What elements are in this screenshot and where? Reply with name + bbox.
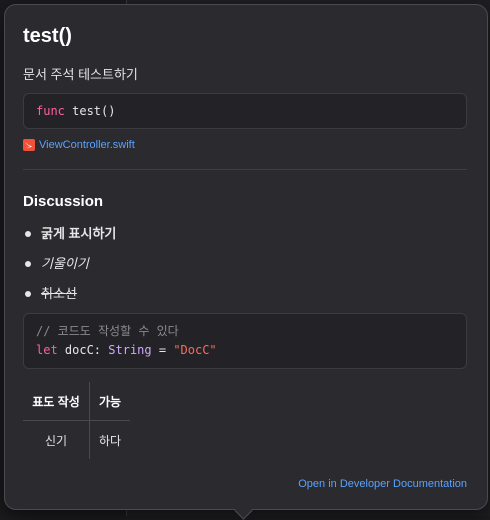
symbol-title: test() xyxy=(23,25,72,47)
table-cell: 신기 xyxy=(23,420,90,459)
code-identifier: docC: xyxy=(57,343,109,357)
code-operator: = xyxy=(151,343,174,357)
code-comment: // 코드도 작성할 수 있다 xyxy=(36,324,179,338)
code-keyword: let xyxy=(36,343,58,357)
code-type: String xyxy=(108,343,152,357)
discussion-heading: Discussion xyxy=(23,193,104,210)
code-comment-line: // 코드도 작성할 수 있다 xyxy=(36,322,179,340)
declaration-signature: test() xyxy=(64,104,116,118)
quick-help-popover: test() 문서 주석 테스트하기 func test() ViewContr… xyxy=(4,4,488,510)
section-divider xyxy=(23,169,467,170)
code-statement-line: let docC: String = "DocC" xyxy=(36,341,217,359)
table-row: 신기 하다 xyxy=(23,420,130,459)
list-item-strike-text: 취소선 xyxy=(41,286,77,301)
list-item-bold-text: 굵게 표시하기 xyxy=(41,226,117,241)
bullet-dot xyxy=(25,231,31,237)
table-cell: 하다 xyxy=(98,433,122,448)
list-item: 굵게 표시하기 xyxy=(23,219,116,249)
source-file-name[interactable]: ViewController.swift xyxy=(39,139,135,151)
declaration-block: func test() xyxy=(23,93,467,129)
developer-documentation-link[interactable]: Open in Developer Documentation xyxy=(298,478,467,490)
table-header-row: 표도 작성 가능 xyxy=(23,382,130,421)
declaration-line: func test() xyxy=(36,102,115,120)
table-header-cell: 표도 작성 xyxy=(23,382,90,421)
list-item: 기울이기 xyxy=(23,249,116,279)
code-block: // 코드도 작성할 수 있다 let docC: String = "DocC… xyxy=(23,313,467,369)
bullet-dot xyxy=(25,291,31,297)
doc-table: 표도 작성 가능 신기 하다 xyxy=(23,382,130,459)
source-file-link[interactable]: ViewController.swift xyxy=(23,137,135,153)
list-item: 취소선 xyxy=(23,279,116,309)
discussion-list: 굵게 표시하기 기울이기 취소선 xyxy=(23,219,116,309)
bullet-dot xyxy=(25,261,31,267)
code-string: "DocC" xyxy=(173,343,217,357)
table-header-cell: 가능 xyxy=(89,382,130,421)
declaration-keyword: func xyxy=(36,104,65,118)
swift-icon xyxy=(23,139,35,151)
list-item-italic-text: 기울이기 xyxy=(41,256,89,271)
symbol-summary: 문서 주석 테스트하기 xyxy=(23,67,138,82)
